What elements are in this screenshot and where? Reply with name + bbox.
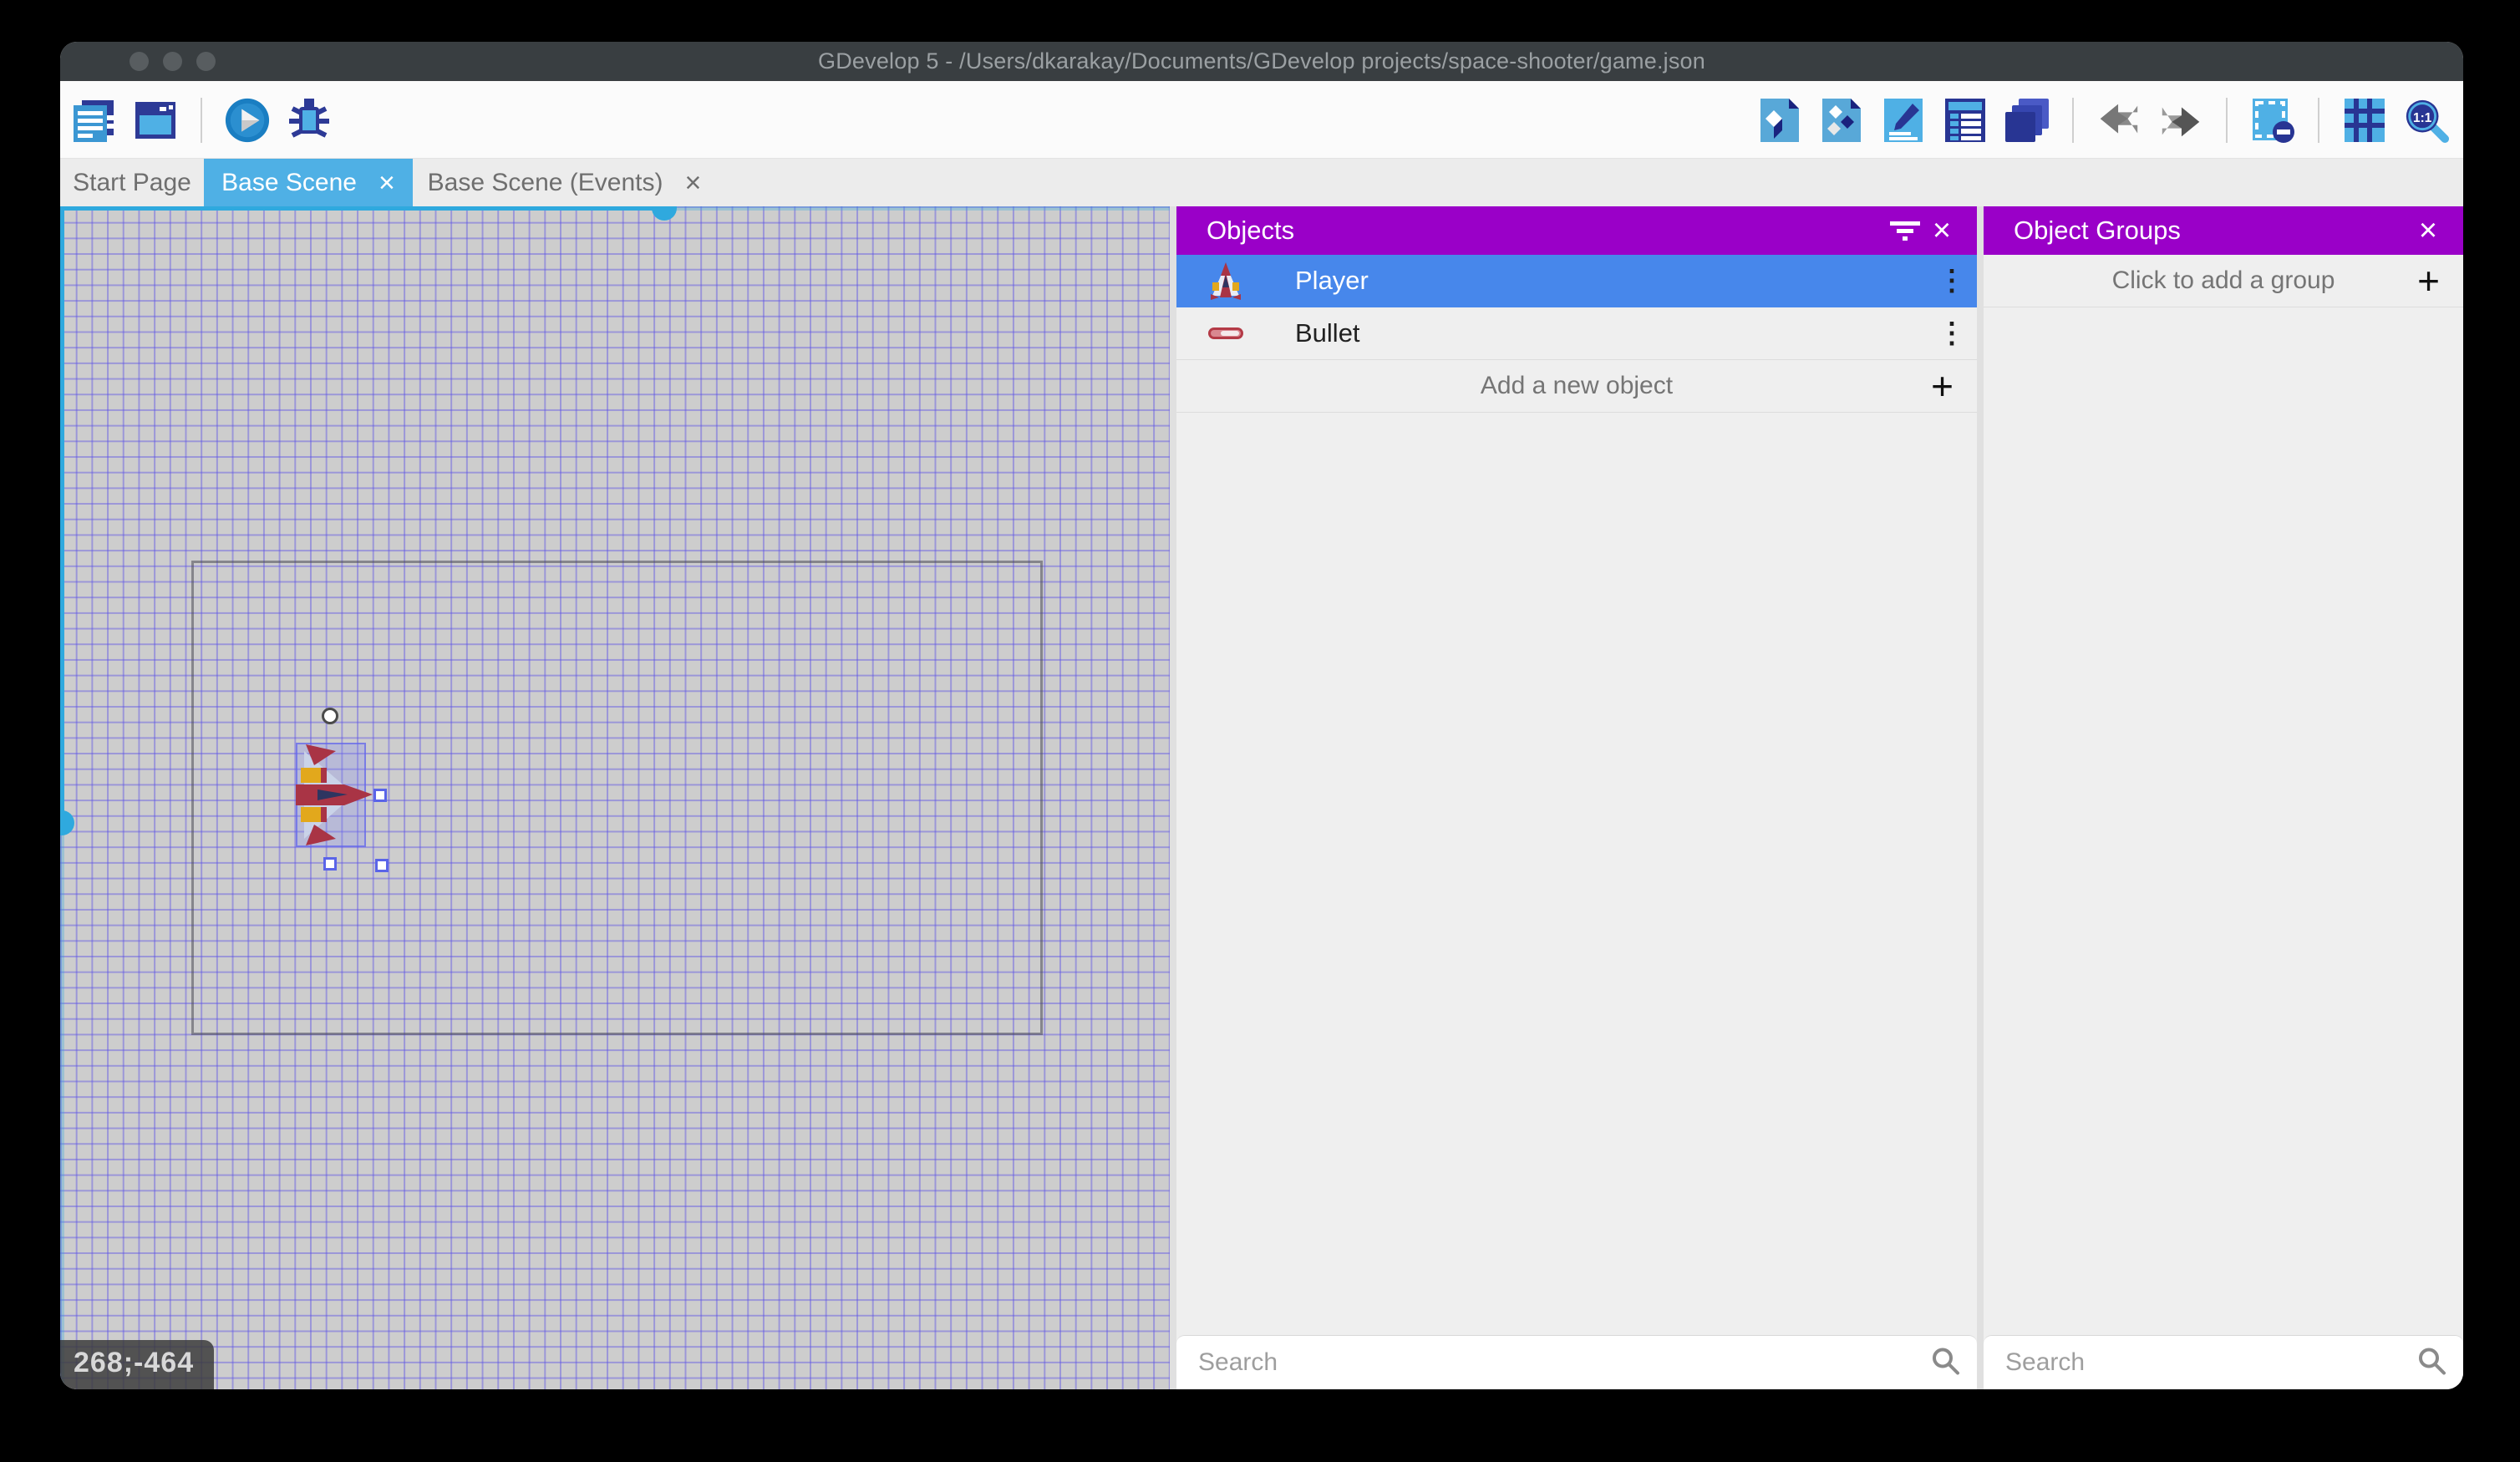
- groups-search-input[interactable]: [1984, 1348, 2463, 1377]
- objects-panel-empty-area: [1176, 413, 1977, 1335]
- maximize-window-button[interactable]: [196, 52, 216, 71]
- object-row-bullet[interactable]: Bullet ⋮: [1176, 307, 1977, 360]
- panel-title: Object Groups: [2014, 216, 2410, 246]
- kebab-menu-icon[interactable]: ⋮: [1927, 264, 1977, 297]
- tab-label: Base Scene (Events): [428, 169, 663, 197]
- object-name: Bullet: [1295, 318, 1927, 348]
- minimize-window-button[interactable]: [163, 52, 182, 71]
- panel-title: Objects: [1207, 216, 1887, 246]
- object-groups-panel-header: Object Groups ×: [1984, 206, 2463, 255]
- close-icon[interactable]: ×: [379, 169, 395, 197]
- panel-divider[interactable]: [1170, 206, 1176, 1389]
- instances-list-icon[interactable]: [1942, 97, 1989, 144]
- svg-text:1:1: 1:1: [2413, 110, 2432, 124]
- close-window-button[interactable]: [130, 52, 149, 71]
- search-icon[interactable]: [1930, 1346, 1960, 1380]
- editor-tab-bar: Start Page Base Scene × Base Scene (Even…: [60, 159, 2463, 206]
- vertical-scroll-slider[interactable]: [60, 206, 64, 1389]
- title-bar: GDevelop 5 - /Users/dkarakay/Documents/G…: [60, 42, 2463, 81]
- close-icon[interactable]: ×: [2410, 212, 2446, 249]
- traffic-lights: [130, 52, 216, 71]
- horizontal-slider-thumb[interactable]: [652, 206, 677, 221]
- scene-editor-canvas[interactable]: 268;-464: [60, 206, 1170, 1389]
- gdevelop-window: GDevelop 5 - /Users/dkarakay/Documents/G…: [60, 42, 2463, 1389]
- add-group-label: Click to add a group: [2112, 267, 2335, 295]
- add-new-object-button[interactable]: Add a new object +: [1176, 360, 1977, 413]
- objects-search-bar: [1176, 1335, 1977, 1389]
- horizontal-scroll-slider[interactable]: [60, 206, 1170, 211]
- player-instance-sprite[interactable]: [296, 743, 376, 847]
- object-row-player[interactable]: Player ⋮: [1176, 255, 1977, 307]
- window-title: GDevelop 5 - /Users/dkarakay/Documents/G…: [818, 48, 1705, 74]
- vertical-slider-thumb[interactable]: [60, 810, 74, 835]
- resize-handle-corner[interactable]: [375, 859, 389, 872]
- add-group-button[interactable]: Click to add a group +: [1984, 255, 2463, 307]
- project-manager-icon[interactable]: [70, 97, 117, 144]
- cursor-coordinates-badge: 268;-464: [60, 1340, 214, 1389]
- resize-handle-right[interactable]: [373, 789, 387, 802]
- close-icon[interactable]: ×: [684, 169, 701, 197]
- filter-icon[interactable]: [1887, 212, 1923, 249]
- object-name: Player: [1295, 266, 1927, 296]
- window-mask-icon[interactable]: [2249, 97, 2296, 144]
- redo-icon[interactable]: [2157, 97, 2204, 144]
- kebab-menu-icon[interactable]: ⋮: [1927, 317, 1977, 350]
- tab-label: Base Scene: [221, 169, 357, 197]
- groups-search-bar: [1984, 1335, 2463, 1389]
- scene-window-icon[interactable]: [132, 97, 179, 144]
- tab-label: Start Page: [73, 169, 191, 197]
- rotate-handle[interactable]: [322, 708, 338, 724]
- panel-divider[interactable]: [1977, 206, 1984, 1389]
- player-ship-icon: [1207, 261, 1245, 301]
- toolbar-divider: [2072, 98, 2074, 143]
- tab-start-page[interactable]: Start Page: [60, 159, 204, 206]
- objects-search-input[interactable]: [1176, 1348, 1977, 1377]
- tab-base-scene-events[interactable]: Base Scene (Events) ×: [413, 159, 716, 206]
- grid-icon[interactable]: [2341, 97, 2388, 144]
- plus-icon[interactable]: +: [2417, 261, 2440, 300]
- main-toolbar: 1:1: [60, 81, 2463, 159]
- undo-icon[interactable]: [2096, 97, 2142, 144]
- objects-panel-icon[interactable]: [1756, 97, 1803, 144]
- properties-icon[interactable]: [1880, 97, 1927, 144]
- close-icon[interactable]: ×: [1923, 212, 1960, 249]
- toolbar-divider: [201, 98, 202, 143]
- object-groups-panel: Object Groups × Click to add a group +: [1984, 206, 2463, 1389]
- plus-icon[interactable]: +: [1931, 367, 1954, 405]
- desktop-background: GDevelop 5 - /Users/dkarakay/Documents/G…: [0, 0, 2520, 1462]
- add-object-label: Add a new object: [1481, 372, 1673, 400]
- tab-base-scene[interactable]: Base Scene ×: [204, 159, 413, 206]
- layers-icon[interactable]: [2004, 97, 2050, 144]
- toolbar-divider: [2226, 98, 2228, 143]
- play-icon[interactable]: [224, 97, 271, 144]
- groups-panel-empty-area: [1984, 307, 2463, 1335]
- bullet-icon: [1207, 313, 1245, 353]
- search-icon[interactable]: [2416, 1346, 2446, 1380]
- resize-handle-bottom[interactable]: [323, 857, 337, 871]
- toolbar-divider: [2318, 98, 2319, 143]
- object-groups-panel-icon[interactable]: [1818, 97, 1865, 144]
- debug-icon[interactable]: [286, 97, 333, 144]
- zoom-one-to-one-icon[interactable]: 1:1: [2403, 97, 2450, 144]
- objects-panel-header: Objects ×: [1176, 206, 1977, 255]
- objects-panel: Objects ×: [1176, 206, 1977, 1389]
